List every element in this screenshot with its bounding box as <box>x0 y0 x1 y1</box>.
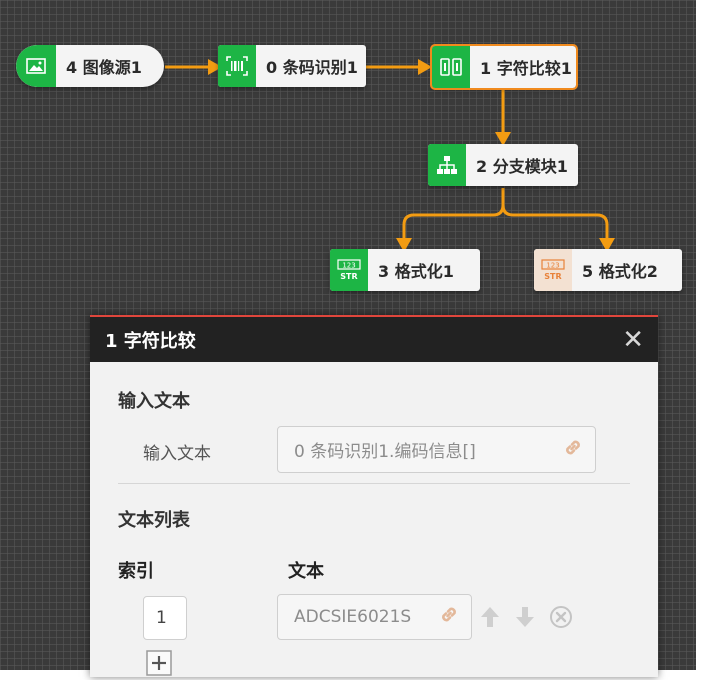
move-up-icon[interactable] <box>480 606 500 632</box>
node-label: 3 格式化1 <box>378 262 454 281</box>
link-icon[interactable] <box>437 603 461 632</box>
list-text-value: ADCSIE6021S <box>294 607 412 627</box>
node-label: 4 图像源1 <box>66 58 142 77</box>
node-label: 1 字符比较1 <box>480 59 572 78</box>
input-text-label: 输入文本 <box>143 444 211 464</box>
input-text-field[interactable]: 0 条码识别1.编码信息[] <box>277 426 596 473</box>
panel-title: 1 字符比较 <box>105 330 196 352</box>
svg-text:STR: STR <box>544 272 561 281</box>
close-icon[interactable]: ✕ <box>622 327 644 353</box>
branch-icon <box>428 144 466 186</box>
add-row-icon[interactable] <box>146 650 172 680</box>
column-header-index: 索引 <box>118 561 154 582</box>
node-format-2[interactable]: 123 STR 5 格式化2 <box>534 249 682 291</box>
svg-text:STR: STR <box>340 272 357 281</box>
link-icon[interactable] <box>561 435 585 464</box>
properties-panel: 1 字符比较 ✕ 输入文本 输入文本 0 条码识别1.编码信息[] 文本列表 索… <box>90 315 658 677</box>
node-label: 2 分支模块1 <box>476 157 568 176</box>
svg-text:123: 123 <box>546 262 559 270</box>
move-down-icon[interactable] <box>515 606 535 632</box>
input-text-value: 0 条码识别1.编码信息[] <box>294 442 476 462</box>
index-input[interactable]: 1 <box>143 596 187 640</box>
node-format-1[interactable]: 123 STR 3 格式化1 <box>330 249 480 291</box>
list-text-field[interactable]: ADCSIE6021S <box>277 594 472 640</box>
section-title-text-list: 文本列表 <box>118 510 190 531</box>
svg-text:123: 123 <box>342 262 355 270</box>
node-label: 5 格式化2 <box>582 262 658 281</box>
node-label: 0 条码识别1 <box>266 58 358 77</box>
node-barcode-recognition[interactable]: 0 条码识别1 <box>218 45 366 87</box>
panel-header: 1 字符比较 ✕ <box>90 317 658 362</box>
node-string-compare[interactable]: 1 字符比较1 <box>430 44 578 90</box>
node-image-source[interactable]: 4 图像源1 <box>16 45 164 87</box>
barcode-scan-icon <box>218 45 256 87</box>
format-str-icon: 123 STR <box>330 249 368 291</box>
node-branch-module[interactable]: 2 分支模块1 <box>428 144 578 186</box>
image-icon <box>16 45 56 87</box>
format-str-icon: 123 STR <box>534 249 572 291</box>
index-value: 1 <box>156 608 167 628</box>
section-title-input-text: 输入文本 <box>118 391 190 412</box>
delete-row-icon[interactable] <box>549 605 573 633</box>
section-divider <box>118 483 630 484</box>
string-compare-icon <box>432 46 470 88</box>
column-header-text: 文本 <box>288 561 324 582</box>
